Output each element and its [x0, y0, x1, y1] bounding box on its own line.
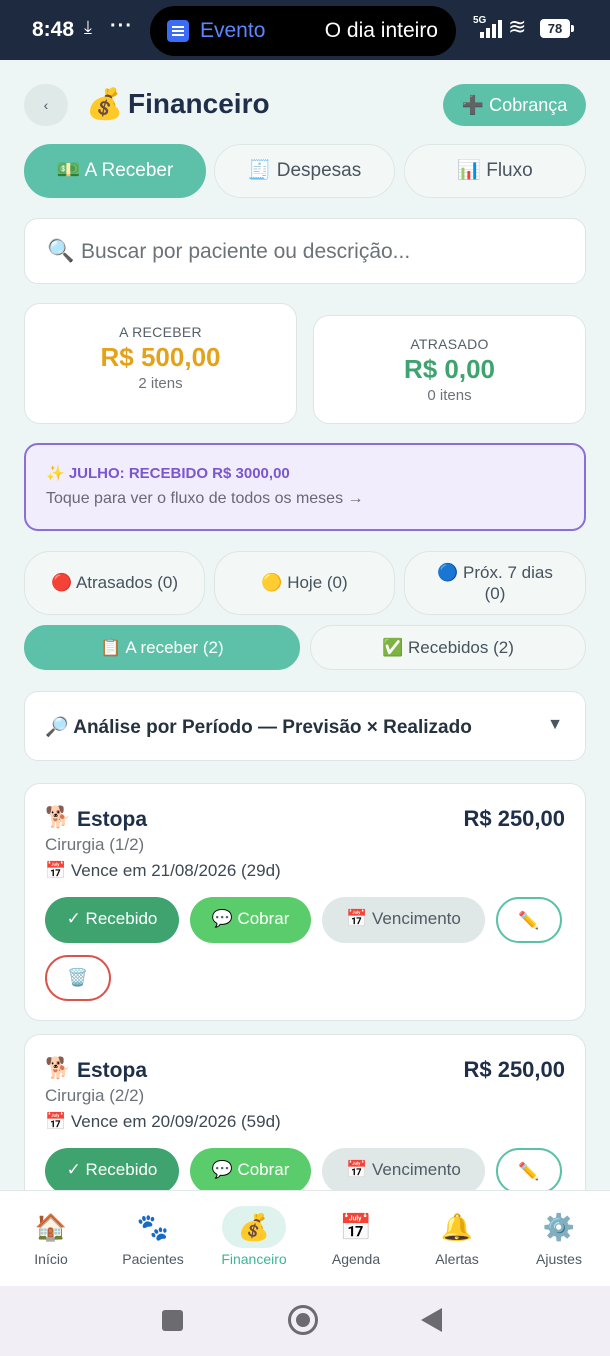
nav-ajustes[interactable]: ⚙️ Ajustes — [508, 1191, 610, 1287]
overdue-count: 0 itens — [427, 387, 472, 404]
search-box[interactable]: 🔍 — [24, 218, 586, 284]
dog-icon: 🐕 — [45, 1057, 72, 1080]
signal-icon — [478, 20, 502, 38]
money-bag-icon: 💰 — [237, 1212, 271, 1242]
overdue-summary-card: ATRASADO R$ 0,00 0 itens — [313, 315, 586, 424]
nav-label: Ajustes — [536, 1251, 582, 1267]
overdue-value: R$ 0,00 — [403, 354, 496, 384]
nav-pacientes[interactable]: 🐾 Pacientes — [102, 1191, 204, 1287]
item-due-date: 📅 Vence em 20/09/2026 (59d) — [45, 1112, 281, 1131]
status-more: ··· — [110, 15, 133, 37]
banner-title: ✨ JULHO: RECEBIDO R$ 3000,00 — [46, 465, 290, 482]
period-analysis-toggle[interactable]: 🔎 Análise por Período — Previsão × Reali… — [24, 691, 586, 761]
nav-alertas[interactable]: 🔔 Alertas — [406, 1191, 508, 1287]
dog-icon: 🐕 — [45, 806, 72, 829]
filter-next-7-days-count: (0) — [484, 584, 506, 603]
receivable-label: A RECEBER — [119, 324, 202, 340]
system-navigation-bar — [0, 1286, 610, 1356]
home-icon: 🏠 — [34, 1212, 68, 1242]
mark-received-button[interactable]: ✓ Recebido — [45, 1148, 179, 1194]
trash-icon: 🗑️ — [67, 968, 89, 987]
receivable-count: 2 itens — [138, 375, 183, 392]
recents-icon[interactable] — [162, 1310, 183, 1331]
receivable-value: R$ 500,00 — [100, 342, 221, 372]
event-time: O dia inteiro — [324, 19, 438, 42]
bottom-navigation: 🏠 Início 🐾 Pacientes 💰 Financeiro 📅 Agen… — [0, 1190, 610, 1286]
home-button-icon[interactable] — [288, 1305, 318, 1335]
status-time: 8:48 — [32, 18, 75, 41]
nav-label: Financeiro — [221, 1251, 287, 1267]
money-bag-icon: 💰 — [86, 88, 124, 121]
list-to-receive-tab[interactable]: 📋 A receber (2) — [24, 625, 300, 670]
search-icon: 🔍 — [47, 238, 75, 263]
nav-label: Pacientes — [122, 1251, 184, 1267]
filter-today[interactable]: 🟡 Hoje (0) — [214, 551, 395, 615]
nav-inicio[interactable]: 🏠 Início — [0, 1191, 102, 1287]
monthly-flow-banner[interactable]: ✨ JULHO: RECEBIDO R$ 3000,00 Toque para … — [24, 443, 586, 531]
wifi-icon: ≋ — [508, 14, 527, 39]
page-title: Financeiro — [128, 88, 270, 119]
pencil-icon: ✏️ — [518, 911, 540, 930]
status-bar: 8:48 ⤓ ··· Evento O dia inteiro 5G ≋ 78 — [0, 0, 610, 60]
item-amount: R$ 250,00 — [463, 806, 565, 831]
nav-financeiro[interactable]: 💰 Financeiro — [203, 1191, 305, 1287]
banner-subtitle: Toque para ver o fluxo de todos os meses… — [46, 490, 364, 507]
filter-next-7-days[interactable]: 🔵 Próx. 7 dias (0) — [404, 551, 586, 615]
patient-name: Estopa — [77, 808, 148, 831]
calendar-icon: 📅 — [339, 1212, 373, 1242]
mark-received-button[interactable]: ✓ Recebido — [45, 897, 179, 943]
download-icon: ⤓ — [84, 17, 92, 37]
item-amount: R$ 250,00 — [463, 1057, 565, 1082]
item-description: Cirurgia (2/2) — [45, 1086, 145, 1105]
tab-despesas[interactable]: 🧾 Despesas — [214, 144, 395, 198]
tab-a-receber[interactable]: 💵 A Receber — [24, 144, 206, 198]
patient-name: Estopa — [77, 1059, 148, 1082]
event-label: Evento — [200, 19, 266, 42]
pencil-icon: ✏️ — [518, 1162, 540, 1181]
nav-label: Início — [34, 1251, 68, 1267]
filter-next-7-days-label: 🔵 Próx. 7 dias — [437, 563, 553, 582]
due-date-button[interactable]: 📅 Vencimento — [322, 897, 485, 943]
calendar-event-icon — [167, 20, 189, 42]
delete-button[interactable]: 🗑️ — [45, 955, 111, 1001]
search-input[interactable] — [81, 235, 571, 269]
gear-icon: ⚙️ — [542, 1212, 576, 1242]
nav-label: Alertas — [435, 1251, 479, 1267]
edit-button[interactable]: ✏️ — [496, 897, 562, 943]
nav-label: Agenda — [331, 1251, 381, 1267]
item-description: Cirurgia (1/2) — [45, 835, 145, 854]
new-charge-button[interactable]: ➕ Cobrança — [443, 84, 586, 126]
battery-icon: 78 — [540, 19, 574, 38]
paw-icon: 🐾 — [136, 1212, 170, 1242]
receivable-item: 🐕 Estopa R$ 250,00 Cirurgia (1/2) 📅 Venc… — [24, 783, 586, 1021]
filter-overdue[interactable]: 🔴 Atrasados (0) — [24, 551, 205, 615]
nav-agenda[interactable]: 📅 Agenda — [305, 1191, 407, 1287]
event-notification-pill[interactable]: Evento O dia inteiro — [150, 6, 456, 56]
list-received-tab[interactable]: ✅ Recebidos (2) — [310, 625, 586, 670]
chevron-down-icon: ▼ — [547, 716, 563, 733]
receivable-summary-card: A RECEBER R$ 500,00 2 itens — [24, 303, 297, 424]
due-date-button[interactable]: 📅 Vencimento — [322, 1148, 485, 1194]
charge-button[interactable]: 💬 Cobrar — [190, 1148, 311, 1194]
bell-icon: 🔔 — [440, 1212, 474, 1242]
overdue-label: ATRASADO — [410, 336, 489, 352]
back-button[interactable]: ‹ — [24, 84, 68, 126]
item-due-date: 📅 Vence em 21/08/2026 (29d) — [45, 861, 281, 880]
period-analysis-title: 🔎 Análise por Período — Previsão × Reali… — [45, 717, 472, 738]
back-triangle-icon[interactable] — [421, 1308, 442, 1332]
edit-button[interactable]: ✏️ — [496, 1148, 562, 1194]
tab-fluxo[interactable]: 📊 Fluxo — [404, 144, 586, 198]
charge-button[interactable]: 💬 Cobrar — [190, 897, 311, 943]
